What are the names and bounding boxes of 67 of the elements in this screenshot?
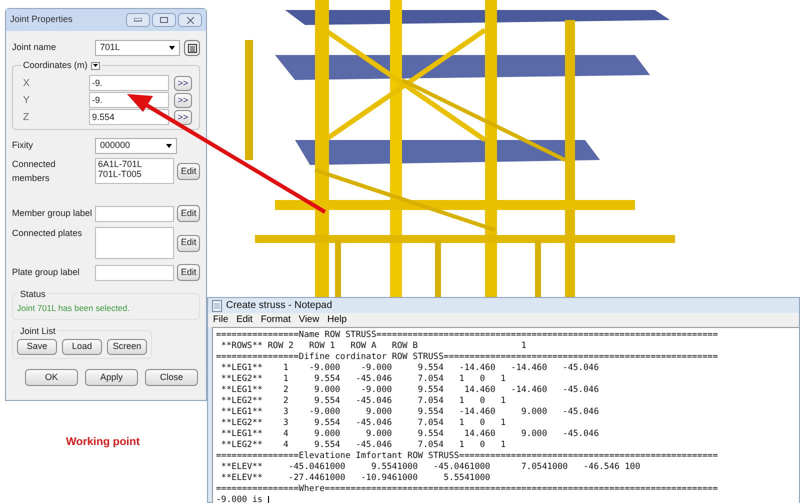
menu-item[interactable]: Format — [260, 313, 291, 328]
button[interactable]: Apply — [85, 368, 138, 386]
button[interactable]: Screen — [107, 338, 147, 355]
axis-label: Y — [23, 94, 31, 108]
text-line: ================Name ROW STRUSS================================================================== — [216, 330, 719, 342]
field-label: Member group label — [12, 206, 94, 220]
status-message: Joint 701L has been selected. — [17, 302, 131, 315]
text-line: **LEG2** 2 9.554 -45.046 7.054 1 0 1 — [220, 396, 507, 408]
close-icon[interactable] — [178, 13, 202, 27]
input-field[interactable]: -9. — [89, 75, 169, 91]
button[interactable]: Edit — [177, 234, 200, 252]
group-label: Coordinates (m) — [23, 59, 88, 72]
text-line: **ELEV** -45.0461000 9.5541000 -45.0461000 7.0541000 -46.546 100 — [220, 462, 642, 474]
list-box[interactable]: 6A1L-701L 701L-T005 — [95, 158, 174, 184]
text-line: **LEG1** 3 -9.000 9.000 9.554 -14.460 9.000 -45.046 — [220, 407, 600, 418]
dropdown[interactable]: 701L — [95, 40, 180, 56]
input-field[interactable] — [95, 227, 174, 259]
text-line: **LEG1** 1 -9.000 -9.000 9.554 -14.460 -14.460 -45.046 — [220, 363, 600, 374]
text-cursor — [268, 496, 269, 503]
list-icon[interactable] — [184, 40, 200, 56]
dropdown-icon[interactable] — [90, 62, 100, 70]
button[interactable]: Edit — [177, 163, 200, 180]
input-field[interactable]: 9.554 — [89, 109, 169, 125]
button[interactable]: Save — [17, 338, 57, 355]
text-line: **LEG2** 1 9.554 -45.046 7.054 1 0 1 — [220, 374, 507, 386]
list-item[interactable]: 6A1L-701L — [98, 159, 172, 169]
button[interactable]: >> — [174, 76, 192, 90]
button[interactable]: Edit — [177, 205, 200, 222]
menu-item[interactable]: View — [298, 313, 320, 328]
menu-item[interactable]: Edit — [236, 313, 253, 328]
list-item[interactable]: 701L-T005 — [98, 169, 172, 179]
text-area[interactable] — [212, 327, 799, 503]
button[interactable]: >> — [174, 110, 192, 124]
text-line: **LEG2** 3 9.554 -45.046 7.054 1 0 1 — [220, 418, 507, 430]
text-line: ================Elevatione Imfortant ROW STRUSS================================================== — [216, 451, 719, 462]
text-line: -9.000 is — [216, 495, 264, 503]
window-title: Joint Properties — [10, 13, 73, 26]
caption: Working point — [66, 435, 140, 450]
dropdown[interactable]: 000000 — [95, 138, 177, 154]
button[interactable]: >> — [174, 92, 192, 108]
menu-item[interactable]: Help — [327, 313, 347, 328]
axis-label: Z — [23, 110, 30, 124]
menu-item[interactable]: File — [213, 313, 228, 328]
button[interactable]: Load — [62, 338, 102, 355]
caret-icon — [166, 144, 172, 148]
input-field[interactable] — [95, 206, 174, 222]
button[interactable]: Edit — [177, 264, 200, 281]
caret-icon — [169, 46, 176, 50]
field-label: Plate group label — [12, 266, 81, 279]
window-title: Create struss - Notepad — [226, 299, 332, 313]
button[interactable]: OK — [25, 368, 78, 386]
field-label: Joint name — [12, 41, 58, 54]
text-line: **LEG2** 4 9.554 -45.046 7.054 1 0 1 — [220, 440, 507, 451]
axis-label: X — [23, 76, 31, 90]
text-line: **ROWS** ROW 2 ROW 1 ROW A ROW B 1 — [220, 341, 528, 352]
maximize-icon[interactable] — [152, 13, 176, 27]
text-line: **LEG1** 4 9.000 9.000 9.554 14.460 9.000 -45.046 — [220, 429, 600, 440]
text-line: ================Difine cordinator ROW STRUSS===================================================== — [216, 352, 719, 364]
text-line: **ELEV** -27.4461000 -10.9461000 5.5541000 — [220, 473, 492, 484]
field-label: Connected members — [12, 158, 57, 184]
text-line: ================Where============================================================================ — [216, 484, 719, 496]
minimize-icon[interactable] — [126, 13, 150, 27]
text-line: **LEG1** 2 9.000 -9.000 9.554 14.460 -14.460 -45.046 — [220, 385, 600, 396]
field-label: Fixity — [12, 139, 34, 152]
field-label: Connected plates — [12, 227, 84, 240]
button[interactable]: Close — [145, 368, 198, 386]
input-field[interactable] — [95, 264, 174, 280]
